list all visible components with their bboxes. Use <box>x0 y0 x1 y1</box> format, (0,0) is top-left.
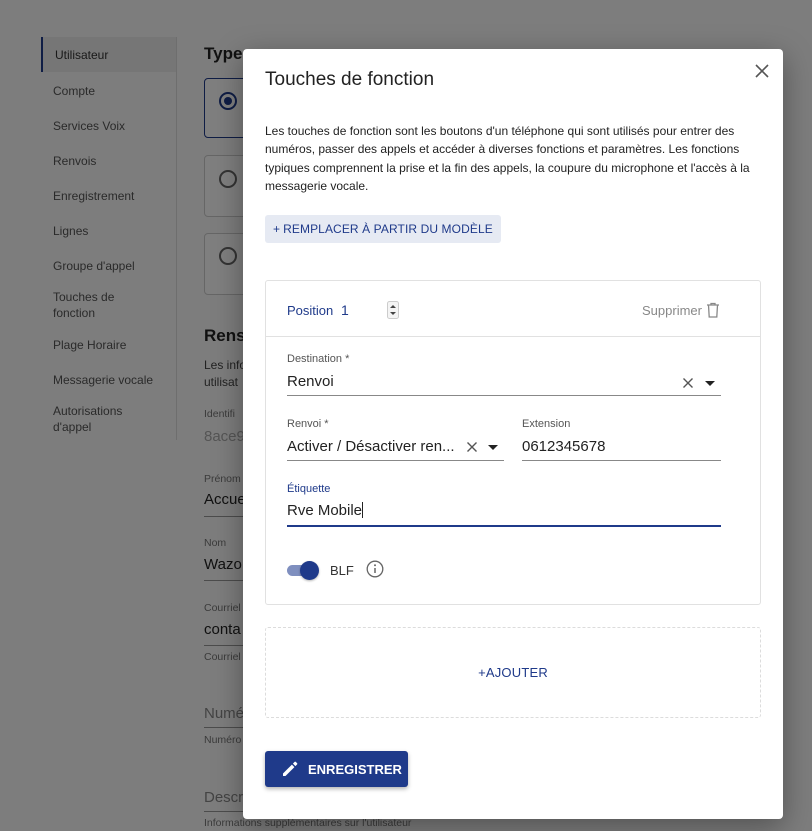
tag-label: Étiquette <box>287 483 331 495</box>
function-key-card: Position 1 Supprimer Destination * Renvo… <box>265 280 761 605</box>
dialog-title: Touches de fonction <box>265 69 435 90</box>
destination-dropdown-icon[interactable] <box>705 381 715 386</box>
position-label: Position <box>287 303 334 318</box>
close-icon <box>755 64 769 78</box>
tag-input[interactable]: Rve Mobile <box>287 502 364 519</box>
add-button[interactable]: +AJOUTER <box>478 665 548 680</box>
position-stepper-icon[interactable] <box>387 301 399 319</box>
extension-underline <box>522 460 721 461</box>
extension-label: Extension <box>522 418 571 430</box>
save-button-label: ENREGISTRER <box>308 761 402 777</box>
forward-dropdown-icon[interactable] <box>488 445 498 450</box>
destination-underline <box>287 395 721 396</box>
template-button-label: REMPLACER À PARTIR DU MODÈLE <box>283 222 493 236</box>
delete-button[interactable]: Supprimer <box>642 302 720 318</box>
blf-toggle[interactable] <box>287 560 319 580</box>
trash-icon <box>706 302 719 318</box>
function-keys-dialog: Touches de fonction Les touches de fonct… <box>243 49 783 819</box>
replace-from-template-button[interactable]: + REMPLACER À PARTIR DU MODÈLE <box>265 215 501 243</box>
tag-input-text: Rve Mobile <box>287 502 363 519</box>
add-button-label: AJOUTER <box>485 665 548 680</box>
toggle-thumb <box>300 561 319 580</box>
add-function-key-zone: +AJOUTER <box>265 627 761 718</box>
extension-input[interactable]: 0612345678 <box>522 438 605 455</box>
position-input[interactable]: 1 <box>341 302 349 318</box>
tag-underline <box>287 525 721 527</box>
pencil-icon <box>283 761 298 776</box>
delete-label: Supprimer <box>642 302 702 318</box>
destination-label: Destination * <box>287 353 350 365</box>
destination-select[interactable]: Renvoi <box>287 373 334 390</box>
forward-select[interactable]: Activer / Désactiver ren... <box>287 438 455 455</box>
dialog-description: Les touches de fonction sont les boutons… <box>265 124 750 193</box>
info-icon[interactable] <box>366 560 384 578</box>
save-button[interactable]: ENREGISTRER <box>265 751 408 787</box>
blf-label: BLF <box>330 563 354 578</box>
close-button[interactable] <box>752 61 772 81</box>
forward-underline <box>287 460 504 461</box>
plus-icon: + <box>273 222 281 236</box>
text-caret <box>362 502 364 518</box>
forward-label: Renvoi * <box>287 418 329 430</box>
forward-clear-icon[interactable] <box>466 441 478 453</box>
destination-clear-icon[interactable] <box>682 377 694 389</box>
function-key-header: Position 1 Supprimer <box>266 281 760 337</box>
